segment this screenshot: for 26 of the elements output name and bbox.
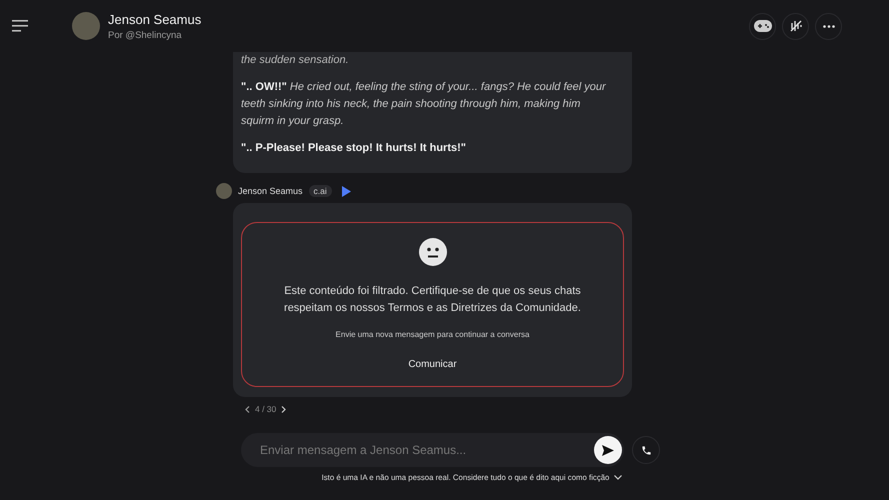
message-text: ".. P-Please! Please stop! It hurts! It hurts!" <box>241 141 467 156</box>
avatar <box>72 12 100 40</box>
menu-icon[interactable] <box>12 20 28 32</box>
filter-notice: Este conteúdo foi filtrado. Certifique-se de que os seus chats respeitam os nossos Termos e as Diretrizes da Comunidade. <box>283 284 582 316</box>
message-field[interactable]: Enviar mensagem a Jenson Seamus... <box>241 433 624 467</box>
message-text: ".. OW!!" He cried out, feeling the sting of your... fangs? He could feel your teeth sinking into his neck, the pain shooting through him, making him squirm in your grasp. <box>241 80 607 129</box>
neutral-face-icon <box>418 238 446 266</box>
swipe-counter: 4 / 30 <box>255 404 276 414</box>
send-icon[interactable] <box>594 436 622 464</box>
author-handle: Por @Shelincyna <box>108 30 183 40</box>
avatar <box>216 183 232 199</box>
play-icon[interactable] <box>342 186 351 196</box>
chevron-down-icon[interactable] <box>614 474 622 482</box>
report-button[interactable]: Comunicar <box>408 359 457 370</box>
phone-icon[interactable] <box>632 436 660 464</box>
sender-name: Jenson Seamus <box>238 186 303 196</box>
muted-voice-icon[interactable] <box>782 12 809 40</box>
message-text: the sudden sensation. <box>241 53 350 68</box>
message-input[interactable]: Enviar mensagem a Jenson Seamus... <box>258 442 594 458</box>
more-icon[interactable] <box>815 12 842 40</box>
ai-tag: c.ai <box>308 185 332 197</box>
filter-hint: Envie uma nova mensagem para continuar a conversa <box>336 330 530 339</box>
character-name: Jenson Seamus <box>108 12 202 26</box>
gamepad-icon[interactable] <box>749 12 776 40</box>
next-icon[interactable] <box>281 405 286 413</box>
previous-icon[interactable] <box>245 405 250 413</box>
